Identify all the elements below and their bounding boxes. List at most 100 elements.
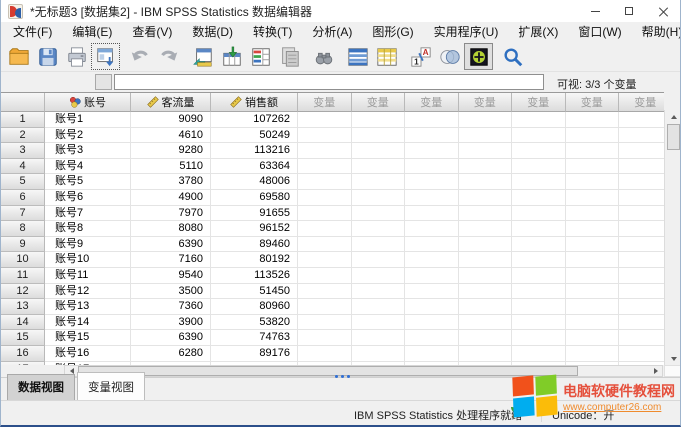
empty-cell[interactable] (298, 158, 352, 175)
use-variable-sets-button[interactable] (435, 43, 464, 70)
sales-cell[interactable]: 89460 (211, 236, 298, 253)
empty-cell[interactable] (512, 299, 566, 315)
account-cell[interactable]: 账号11 (45, 267, 131, 284)
empty-cell[interactable] (512, 314, 566, 331)
empty-cell[interactable] (351, 299, 405, 315)
variable-column-header[interactable]: 变量 (458, 93, 512, 112)
empty-cell[interactable] (619, 112, 664, 128)
row-number-cell[interactable]: 2 (1, 127, 45, 144)
empty-cell[interactable] (405, 252, 459, 268)
empty-cell[interactable] (458, 205, 512, 222)
weight-cases-button[interactable] (372, 43, 401, 70)
account-cell[interactable]: 账号5 (45, 174, 131, 190)
empty-cell[interactable] (565, 158, 619, 175)
empty-cell[interactable] (565, 236, 619, 253)
empty-cell[interactable] (565, 252, 619, 268)
variable-column-header[interactable]: 变量 (298, 93, 352, 112)
save-button[interactable] (33, 43, 62, 70)
empty-cell[interactable] (298, 189, 352, 206)
empty-cell[interactable] (298, 252, 352, 268)
empty-cell[interactable] (351, 205, 405, 222)
empty-cell[interactable] (351, 127, 405, 144)
empty-cell[interactable] (298, 205, 352, 222)
empty-cell[interactable] (565, 330, 619, 346)
empty-cell[interactable] (512, 283, 566, 300)
empty-cell[interactable] (619, 268, 664, 284)
tab-variable-view[interactable]: 变量视图 (77, 372, 145, 400)
empty-cell[interactable] (512, 127, 566, 144)
row-number-cell[interactable]: 6 (1, 189, 45, 206)
row-number-cell[interactable]: 13 (1, 299, 45, 315)
menu-item[interactable]: 分析(A) (302, 22, 362, 42)
account-cell[interactable]: 账号9 (45, 236, 131, 253)
empty-cell[interactable] (351, 221, 405, 237)
empty-cell[interactable] (298, 283, 352, 300)
empty-cell[interactable] (619, 221, 664, 237)
empty-cell[interactable] (298, 143, 352, 159)
tab-data-view[interactable]: 数据视图 (7, 374, 75, 400)
empty-cell[interactable] (351, 345, 405, 362)
find-button[interactable] (309, 43, 338, 70)
empty-cell[interactable] (298, 267, 352, 284)
empty-cell[interactable] (405, 314, 459, 331)
sales-cell[interactable]: 89176 (211, 345, 298, 362)
sales-cell[interactable]: 80960 (211, 299, 298, 315)
menu-item[interactable]: 图形(G) (362, 22, 423, 42)
row-number-cell[interactable]: 11 (1, 267, 45, 284)
empty-cell[interactable] (405, 236, 459, 253)
recall-dialogs-button[interactable] (91, 43, 120, 70)
empty-cell[interactable] (565, 143, 619, 159)
empty-cell[interactable] (405, 330, 459, 346)
empty-cell[interactable] (405, 299, 459, 315)
empty-cell[interactable] (298, 174, 352, 190)
row-number-cell[interactable]: 4 (1, 158, 45, 175)
sales-cell[interactable]: 50249 (211, 127, 298, 144)
empty-cell[interactable] (512, 189, 566, 206)
empty-cell[interactable] (565, 299, 619, 315)
empty-cell[interactable] (512, 174, 566, 190)
flow-cell[interactable]: 7160 (131, 252, 211, 268)
variables-button[interactable] (246, 43, 275, 70)
flow-cell[interactable]: 8080 (131, 221, 211, 237)
empty-cell[interactable] (619, 128, 664, 144)
empty-cell[interactable] (458, 345, 512, 362)
empty-cell[interactable] (512, 205, 566, 222)
empty-cell[interactable] (351, 189, 405, 206)
row-number-cell[interactable]: 15 (1, 330, 45, 346)
flow-cell[interactable]: 4900 (131, 189, 211, 206)
flow-cell[interactable]: 5110 (131, 158, 211, 175)
account-cell[interactable]: 账号4 (45, 158, 131, 175)
minimize-button[interactable] (578, 0, 612, 22)
empty-cell[interactable] (298, 236, 352, 253)
empty-cell[interactable] (458, 158, 512, 175)
menu-item[interactable]: 数据(D) (182, 22, 243, 42)
account-cell[interactable]: 账号3 (45, 143, 131, 159)
account-cell[interactable]: 账号8 (45, 221, 131, 237)
empty-cell[interactable] (619, 190, 664, 206)
column-header-flow[interactable]: 客流量 (131, 93, 211, 112)
account-cell[interactable]: 账号10 (45, 252, 131, 268)
empty-cell[interactable] (458, 127, 512, 144)
empty-cell[interactable] (405, 267, 459, 284)
maximize-button[interactable] (612, 0, 646, 22)
empty-cell[interactable] (512, 345, 566, 362)
empty-cell[interactable] (619, 206, 664, 222)
empty-cell[interactable] (565, 283, 619, 300)
empty-cell[interactable] (298, 127, 352, 144)
descriptive-statistics-button[interactable] (275, 43, 304, 70)
menu-item[interactable]: 转换(T) (243, 22, 302, 42)
sales-cell[interactable]: 74763 (211, 330, 298, 346)
variable-column-header[interactable]: 变量 (619, 93, 664, 112)
empty-cell[interactable] (565, 345, 619, 362)
sales-cell[interactable]: 80192 (211, 252, 298, 268)
empty-cell[interactable] (405, 127, 459, 144)
sales-cell[interactable]: 113526 (211, 267, 298, 284)
empty-cell[interactable] (351, 267, 405, 284)
goto-case-button[interactable] (188, 43, 217, 70)
row-number-cell[interactable]: 10 (1, 252, 45, 268)
sales-cell[interactable]: 91655 (211, 205, 298, 222)
menu-item[interactable]: 扩展(X) (508, 22, 568, 42)
account-cell[interactable]: 账号7 (45, 205, 131, 222)
flow-cell[interactable]: 7360 (131, 299, 211, 315)
empty-cell[interactable] (458, 236, 512, 253)
